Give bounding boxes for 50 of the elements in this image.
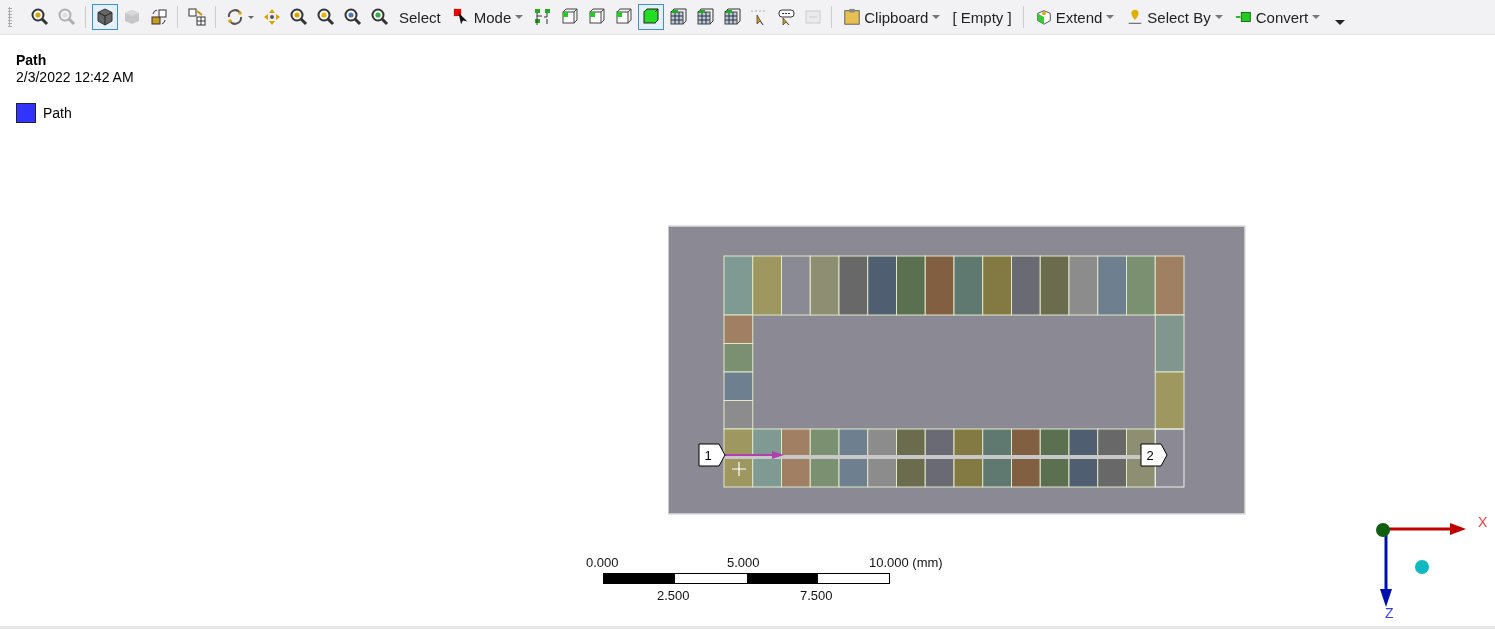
box-select-button[interactable] [637, 4, 664, 30]
magnifier-icon [29, 7, 50, 27]
label-icon [802, 7, 823, 27]
timestamp: 2/3/2022 12:42 AM [16, 69, 134, 85]
boxes-icon [148, 7, 169, 27]
tag-icon [775, 7, 796, 27]
menu-button[interactable]: Clipboard [837, 4, 947, 30]
origin-sphere-icon [1376, 523, 1390, 537]
menu-button[interactable]: Mode [446, 4, 530, 30]
sphere-icon [1415, 560, 1429, 574]
box-select-icon [640, 7, 661, 27]
magnifier-icon [315, 7, 336, 27]
mesh-box-icon [694, 7, 715, 27]
toolbar-button[interactable]: Select [393, 4, 447, 30]
box-icon [1034, 8, 1053, 26]
caret-icon [932, 14, 941, 20]
scale-label: 5.000 [727, 555, 760, 570]
grid-select-icon [186, 7, 207, 27]
path-marker: 1 [698, 443, 726, 467]
caret-icon [1312, 14, 1321, 20]
menu-button[interactable]: Extend [1028, 4, 1121, 30]
clipboard-icon [843, 8, 862, 26]
path-marker: 2 [1140, 443, 1168, 467]
axis-label: Z [1385, 605, 1394, 621]
mesh-box-icon [721, 7, 742, 27]
menu-button[interactable]: Convert [1228, 4, 1327, 30]
scale-label: 7.500 [800, 588, 833, 603]
toolbar-button[interactable]: [ Empty ] [946, 4, 1018, 30]
axis-label: X [1478, 514, 1488, 530]
caret-icon [515, 14, 524, 20]
grip-handle[interactable] [8, 7, 12, 27]
menu-button[interactable]: Select By [1120, 4, 1229, 30]
mesh-box-icon [667, 7, 688, 27]
scale-label: 2.500 [657, 588, 690, 603]
cube-button[interactable] [91, 4, 118, 30]
legend-label: Path [43, 105, 72, 121]
caret-icon [1214, 14, 1223, 20]
magnifier-icon [369, 7, 390, 27]
node-tree-icon [532, 7, 553, 27]
caret-icon [1334, 19, 1345, 25]
magnifier-icon [342, 7, 363, 27]
result-title: Path [16, 52, 48, 68]
magnifier-icon [288, 7, 309, 27]
magnifier-icon [56, 7, 77, 27]
scale-label: 10.000 (mm) [869, 555, 943, 570]
scale-label: 0.000 [586, 555, 619, 570]
box-select-icon [559, 7, 580, 27]
box-select-icon [613, 7, 634, 27]
box-select-icon [586, 7, 607, 27]
caret-icon [1106, 14, 1115, 20]
